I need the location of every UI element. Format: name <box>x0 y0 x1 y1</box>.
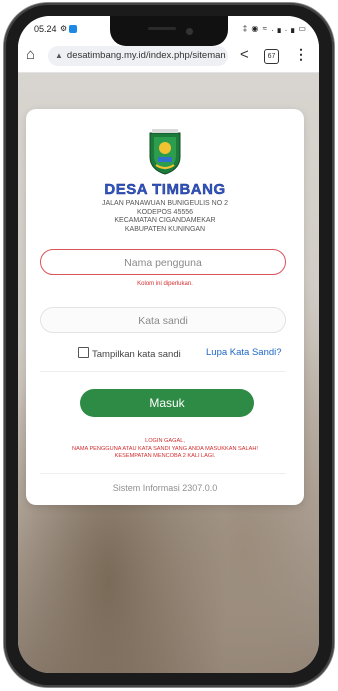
speaker-grille <box>148 27 176 30</box>
url-bar[interactable]: ▲ desatimbang.my.id/index.php/siteman <box>48 46 228 66</box>
address-line: KECAMATAN CIGANDAMEKAR <box>114 217 216 224</box>
username-input[interactable]: Nama pengguna <box>40 249 286 275</box>
username-error: Kolom ini diperlukan. <box>137 281 193 287</box>
address-line: KODEPOS 45556 <box>136 208 194 216</box>
password-input[interactable]: Kata sandi <box>40 307 286 333</box>
login-card: DESA TIMBANG JALAN PANAWUAN BUNIGEULIS N… <box>26 109 304 505</box>
camera-notch <box>110 16 228 46</box>
address-block: JALAN PANAWUAN BUNIGEULIS NO 2 KODEPOS 4… <box>26 200 304 234</box>
error-line: KESEMPATAN MENCOBA 2 KALI LAGI. <box>114 453 216 459</box>
divider <box>40 371 286 372</box>
system-version: Sistem Informasi 2307.0.0 <box>112 483 218 493</box>
status-time: 05.24 <box>34 24 57 34</box>
front-camera <box>186 28 193 35</box>
status-right-icons: ‡ ◉ ≈ .▗ .▗ ▭ <box>242 24 307 33</box>
tab-count-button[interactable]: 67 <box>264 49 279 64</box>
login-button[interactable]: Masuk <box>80 389 254 417</box>
checkbox-icon[interactable] <box>78 347 89 358</box>
show-password-label: Tampilkan kata sandi <box>92 349 181 360</box>
divider <box>40 473 286 474</box>
more-menu-icon[interactable]: ⋮ <box>294 46 308 63</box>
app-notification-icon <box>69 24 78 33</box>
forgot-password-link[interactable]: Lupa Kata Sandi? <box>206 347 282 358</box>
warning-icon: ▲ <box>55 51 63 60</box>
login-error-message: LOGIN GAGAL, NAMA PENGGUNA ATAU KATA SAN… <box>26 438 304 461</box>
brand-title: DESA TIMBANG <box>104 181 226 198</box>
error-line: LOGIN GAGAL, <box>145 438 185 444</box>
show-password-toggle[interactable]: Tampilkan kata sandi <box>78 347 181 360</box>
address-line: KABUPATEN KUNINGAN <box>124 225 206 233</box>
error-line: NAMA PENGGUNA ATAU KATA SANDI YANG ANDA … <box>72 445 258 452</box>
status-left-icons: ⚙ <box>60 24 78 33</box>
settings-icon: ⚙ <box>60 24 68 33</box>
share-icon[interactable]: < <box>240 46 249 63</box>
url-text: desatimbang.my.id/index.php/siteman <box>66 50 226 61</box>
home-icon[interactable]: ⌂ <box>26 46 35 63</box>
address-line: JALAN PANAWUAN BUNIGEULIS NO 2 <box>101 200 229 207</box>
village-logo <box>137 127 193 175</box>
